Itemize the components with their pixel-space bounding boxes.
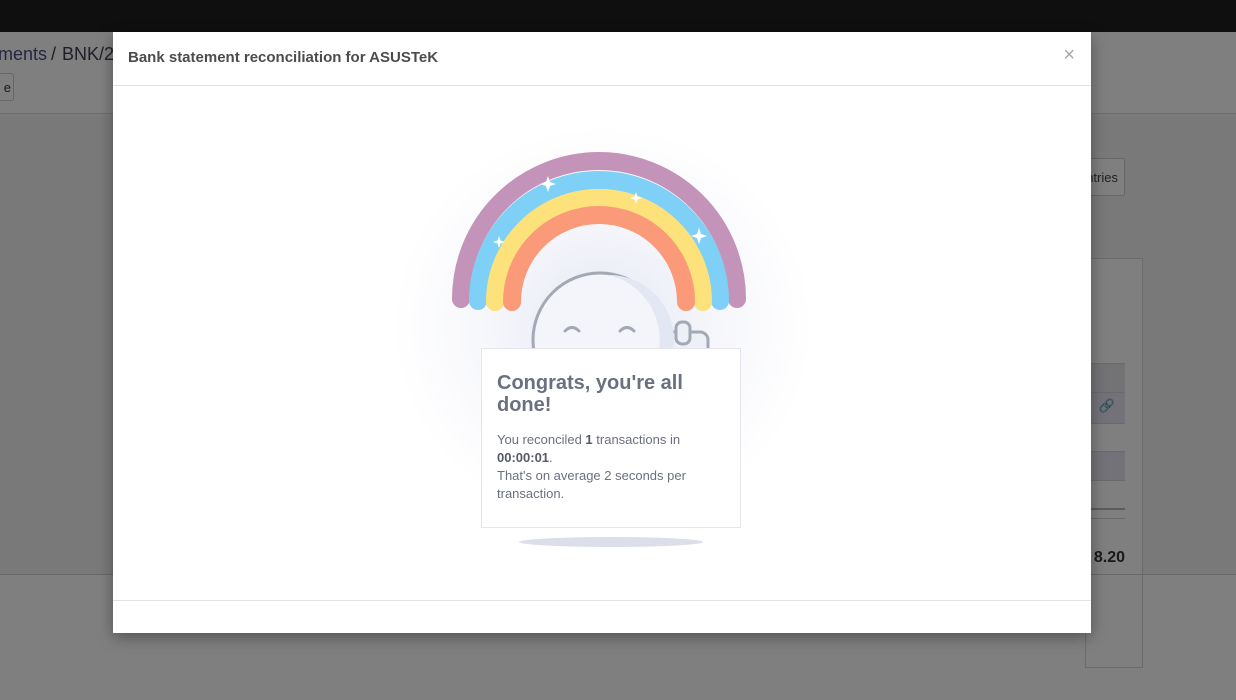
modal-header: Bank statement reconciliation for ASUSTe… xyxy=(113,32,1091,86)
reconcile-duration: 00:00:01 xyxy=(497,450,550,465)
reconciliation-dialog: Bank statement reconciliation for ASUSTe… xyxy=(113,32,1091,633)
message-prefix: You reconciled xyxy=(497,432,586,447)
modal-footer xyxy=(113,600,1091,634)
congrats-title: Congrats, you're all done! xyxy=(497,372,683,416)
close-button[interactable]: × xyxy=(1063,45,1075,65)
message-period: . xyxy=(549,450,553,465)
transactions-count: 1 xyxy=(585,432,593,447)
congrats-card: Congrats, you're all done! You reconcile… xyxy=(481,348,741,528)
modal-title: Bank statement reconciliation for ASUSTe… xyxy=(128,49,439,66)
congrats-message: You reconciled 1 transactions in 00:00:0… xyxy=(497,431,725,503)
modal-body: Congrats, you're all done! You reconcile… xyxy=(113,86,1091,600)
message-suffix: transactions in xyxy=(592,432,681,447)
average-time-text: That's on average 2 seconds per transact… xyxy=(497,468,686,501)
illustration-shadow xyxy=(519,537,703,547)
